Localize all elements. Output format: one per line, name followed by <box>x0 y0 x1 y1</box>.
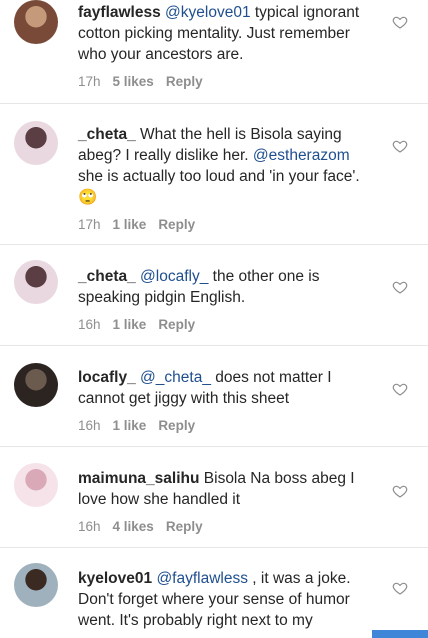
comment-row[interactable]: fayflawless @kyelove01 typical ignorant … <box>0 0 428 104</box>
comment-meta: 16h 4 likes Reply <box>78 518 378 536</box>
avatar[interactable] <box>14 363 58 407</box>
likes-count[interactable]: 4 likes <box>113 518 154 536</box>
likes-count[interactable]: 1 like <box>113 316 147 334</box>
comment-timestamp: 16h <box>78 317 101 332</box>
heart-icon[interactable] <box>392 14 408 30</box>
mention-link[interactable]: @locafly_ <box>140 268 208 285</box>
reply-button[interactable]: Reply <box>158 316 195 334</box>
comment-row[interactable]: kyelove01 @fayflawless , it was a joke. … <box>0 548 428 638</box>
comment-username[interactable]: fayflawless <box>78 4 161 21</box>
heart-icon[interactable] <box>392 138 408 154</box>
comment-meta: 16h 1 like Reply <box>78 316 378 334</box>
avatar[interactable] <box>14 260 58 304</box>
comment-username[interactable]: kyelove01 <box>78 570 152 587</box>
comment-row[interactable]: _cheta_ @locafly_ the other one is speak… <box>0 245 428 346</box>
mention-link[interactable]: @fayflawless <box>156 570 248 587</box>
comment-text: _cheta_ @locafly_ the other one is speak… <box>78 266 378 308</box>
comment-row[interactable]: locafly_ @_cheta_ does not matter I cann… <box>0 346 428 447</box>
comment-body: she is actually too loud and 'in your fa… <box>78 168 360 206</box>
comment-text: _cheta_ What the hell is Bisola saying a… <box>78 124 378 208</box>
likes-count[interactable]: 1 like <box>113 216 147 234</box>
comment-meta: 17h 5 likes Reply <box>78 73 378 91</box>
mention-link[interactable]: @_cheta_ <box>140 369 211 386</box>
comment-username[interactable]: _cheta_ <box>78 268 136 285</box>
reply-button[interactable]: Reply <box>166 518 203 536</box>
heart-icon[interactable] <box>392 580 408 596</box>
comment-meta: 17h 1 like Reply <box>78 216 378 234</box>
avatar[interactable] <box>14 0 58 44</box>
reply-button[interactable]: Reply <box>158 216 195 234</box>
avatar[interactable] <box>14 463 58 507</box>
comment-timestamp: 16h <box>78 519 101 534</box>
comment-text: fayflawless @kyelove01 typical ignorant … <box>78 2 378 65</box>
comment-text: maimuna_salihu Bisola Na boss abeg I lov… <box>78 468 378 510</box>
comment-username[interactable]: _cheta_ <box>78 126 136 143</box>
heart-icon[interactable] <box>392 381 408 397</box>
avatar[interactable] <box>14 121 58 165</box>
likes-count[interactable]: 5 likes <box>113 73 154 91</box>
comment-username[interactable]: maimuna_salihu <box>78 470 199 487</box>
heart-icon[interactable] <box>392 279 408 295</box>
comment-timestamp: 17h <box>78 217 101 232</box>
reply-button[interactable]: Reply <box>158 417 195 435</box>
heart-icon[interactable] <box>392 483 408 499</box>
comment-meta: 16h 1 like Reply <box>78 417 378 435</box>
comment-row[interactable]: _cheta_ What the hell is Bisola saying a… <box>0 104 428 245</box>
mention-link[interactable]: @kyelove01 <box>165 4 251 21</box>
scroll-indicator <box>372 630 428 638</box>
comment-username[interactable]: locafly_ <box>78 369 136 386</box>
comment-text: kyelove01 @fayflawless , it was a joke. … <box>78 568 378 631</box>
comment-timestamp: 17h <box>78 74 101 89</box>
reply-button[interactable]: Reply <box>166 73 203 91</box>
comment-text: locafly_ @_cheta_ does not matter I cann… <box>78 367 378 409</box>
avatar[interactable] <box>14 563 58 607</box>
comment-row[interactable]: maimuna_salihu Bisola Na boss abeg I lov… <box>0 447 428 548</box>
comment-timestamp: 16h <box>78 418 101 433</box>
mention-link[interactable]: @estherazom <box>253 147 350 164</box>
likes-count[interactable]: 1 like <box>113 417 147 435</box>
